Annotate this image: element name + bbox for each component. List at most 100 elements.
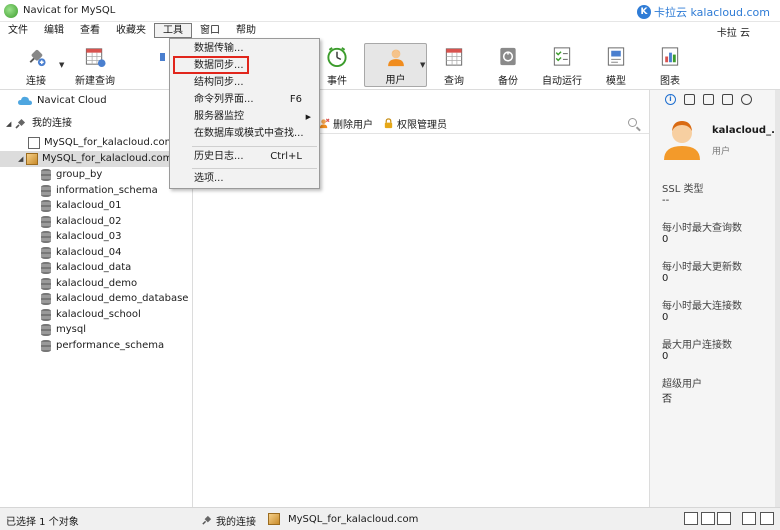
database-icon <box>41 324 51 336</box>
menu-help[interactable]: 帮助 <box>228 23 264 38</box>
event-label: 事件 <box>327 76 347 87</box>
brand-watermark: K 卡拉云 kalacloud.com <box>637 4 770 20</box>
info-icon[interactable]: i <box>665 94 676 105</box>
menu-separator <box>192 146 317 147</box>
tree-database-item[interactable]: kalacloud_school <box>41 307 141 323</box>
query-button[interactable]: 查询 <box>442 43 466 87</box>
tree-connection-2[interactable]: ◢ MySQL_for_kalacloud.com <box>0 151 193 167</box>
tree-database-item[interactable]: mysql <box>41 322 86 338</box>
status-server-group: MySQL_for_kalacloud.com <box>268 513 418 525</box>
checklist-icon <box>553 47 571 66</box>
new-query-label: 新建查询 <box>75 76 115 87</box>
ddl-icon[interactable] <box>684 94 695 105</box>
menu-tools[interactable]: 工具 <box>154 23 192 38</box>
menu-console-shortcut: F6 <box>289 94 302 105</box>
tree-my-connections-label: 我的连接 <box>32 118 72 129</box>
query-icon <box>445 48 463 66</box>
info-field-label: 每小时最大查询数 <box>662 223 742 234</box>
menu-data-transfer[interactable]: 数据传输... <box>170 41 319 57</box>
chart-button[interactable]: 图表 <box>658 43 682 87</box>
menu-server-monitor[interactable]: 服务器监控 ▶ <box>170 109 319 125</box>
info-field-value: 0 <box>662 351 669 362</box>
menu-window[interactable]: 窗口 <box>192 23 228 38</box>
list-view-icon[interactable] <box>701 512 715 525</box>
tree-cloud-label: Navicat Cloud <box>37 95 107 106</box>
tree-database-item[interactable]: kalacloud_demo_database <box>41 291 188 307</box>
user-avatar <box>664 121 700 160</box>
grid-view-icon[interactable] <box>684 512 698 525</box>
search-icon[interactable] <box>628 118 637 127</box>
menu-favorites[interactable]: 收藏夹 <box>108 23 154 38</box>
menu-find-in-db[interactable]: 在数据库或模式中查找... <box>170 126 319 142</box>
tree-database-item[interactable]: performance_schema <box>41 338 164 354</box>
user-dropdown-icon[interactable]: ▼ <box>420 61 425 69</box>
tree-database-label: mysql <box>56 324 86 335</box>
delete-user-label: 删除用户 <box>333 119 373 131</box>
tree-database-item[interactable]: kalacloud_03 <box>41 229 121 245</box>
chart-icon <box>661 47 679 66</box>
tree-database-item[interactable]: information_schema <box>41 183 158 199</box>
connect-button[interactable]: 连接 <box>20 43 52 87</box>
info-scrollbar[interactable] <box>775 90 780 507</box>
object-list-area[interactable] <box>194 134 649 507</box>
menu-console[interactable]: 命令列界面... F6 <box>170 92 319 108</box>
info-field-value: 0 <box>662 273 669 284</box>
info-field-value: -- <box>662 195 670 206</box>
database-icon <box>41 169 51 181</box>
menu-server-monitor-label: 服务器监控 <box>194 111 244 122</box>
menu-view[interactable]: 查看 <box>72 23 108 38</box>
tree-database-label: kalacloud_data <box>56 262 132 273</box>
tree-database-item[interactable]: kalacloud_demo <box>41 276 137 292</box>
status-selected-count: 已选择 1 个对象 <box>6 517 79 528</box>
menu-file[interactable]: 文件 <box>0 23 36 38</box>
new-query-button[interactable]: 新建查询 <box>72 43 118 87</box>
tree-database-label: group_by <box>56 169 103 180</box>
menu-edit[interactable]: 编辑 <box>36 23 72 38</box>
cloud-icon <box>18 96 32 105</box>
tree-database-item[interactable]: kalacloud_data <box>41 260 131 276</box>
detail-view-icon[interactable] <box>717 512 731 525</box>
database-icon <box>41 246 51 259</box>
user-label: 用户 <box>385 75 406 86</box>
gear-icon[interactable] <box>741 94 752 105</box>
menu-options[interactable]: 选项... <box>170 171 319 187</box>
expand-icon[interactable]: ◢ <box>18 151 26 167</box>
backup-button[interactable]: 备份 <box>496 43 520 87</box>
event-button[interactable]: 事件 <box>323 43 351 87</box>
user-icon <box>387 49 404 67</box>
model-label: 模型 <box>606 76 626 87</box>
model-button[interactable]: 模型 <box>604 43 628 87</box>
expand-icon[interactable]: ◢ <box>6 116 14 132</box>
tree-database-item[interactable]: group_by <box>41 167 102 183</box>
info-panel-toggle-icon[interactable] <box>760 512 774 525</box>
database-icon <box>41 339 51 352</box>
tree-connection-1[interactable]: MySQL_for_kalacloud.com <box>28 135 174 151</box>
tree-navicat-cloud[interactable]: Navicat Cloud <box>18 93 107 109</box>
connect-dropdown-icon[interactable]: ▼ <box>59 61 64 69</box>
delete-user-button[interactable]: 删除用户 <box>319 116 373 131</box>
tree-database-item[interactable]: kalacloud_04 <box>41 245 121 261</box>
menu-history-shortcut: Ctrl+L <box>270 151 302 162</box>
relation-icon[interactable] <box>703 94 714 105</box>
info-panel: i kalacloud_... 用户 SSL 类型 -- 每小时最大查询数 0 每小时最… <box>649 90 780 507</box>
tree-database-label: kalacloud_02 <box>56 215 122 227</box>
lock-icon[interactable] <box>722 94 733 105</box>
tree-database-label: kalacloud_01 <box>56 200 122 211</box>
tree-database-item[interactable]: kalacloud_02 <box>41 214 121 230</box>
menu-structure-sync[interactable]: 结构同步... <box>170 75 319 91</box>
database-icon <box>41 308 51 321</box>
info-user-name: kalacloud_... <box>712 125 780 136</box>
user-button[interactable]: 用户 <box>364 43 427 87</box>
connected-server-icon <box>268 513 280 525</box>
privilege-manager-button[interactable]: 权限管理员 <box>383 116 447 131</box>
autorun-button[interactable]: 自动运行 <box>542 43 582 87</box>
panel-toggle-icon[interactable] <box>742 512 756 525</box>
info-field-label: 最大用户连接数 <box>662 340 732 351</box>
highlight-annotation <box>173 56 249 74</box>
account-name[interactable]: 卡拉 云 <box>717 24 750 39</box>
backup-label: 备份 <box>498 76 518 87</box>
menu-history-log[interactable]: 历史日志... Ctrl+L <box>170 149 319 165</box>
clock-icon <box>327 47 347 68</box>
tree-my-connections[interactable]: ◢ 我的连接 <box>6 116 72 132</box>
tree-database-item[interactable]: kalacloud_01 <box>41 198 121 214</box>
